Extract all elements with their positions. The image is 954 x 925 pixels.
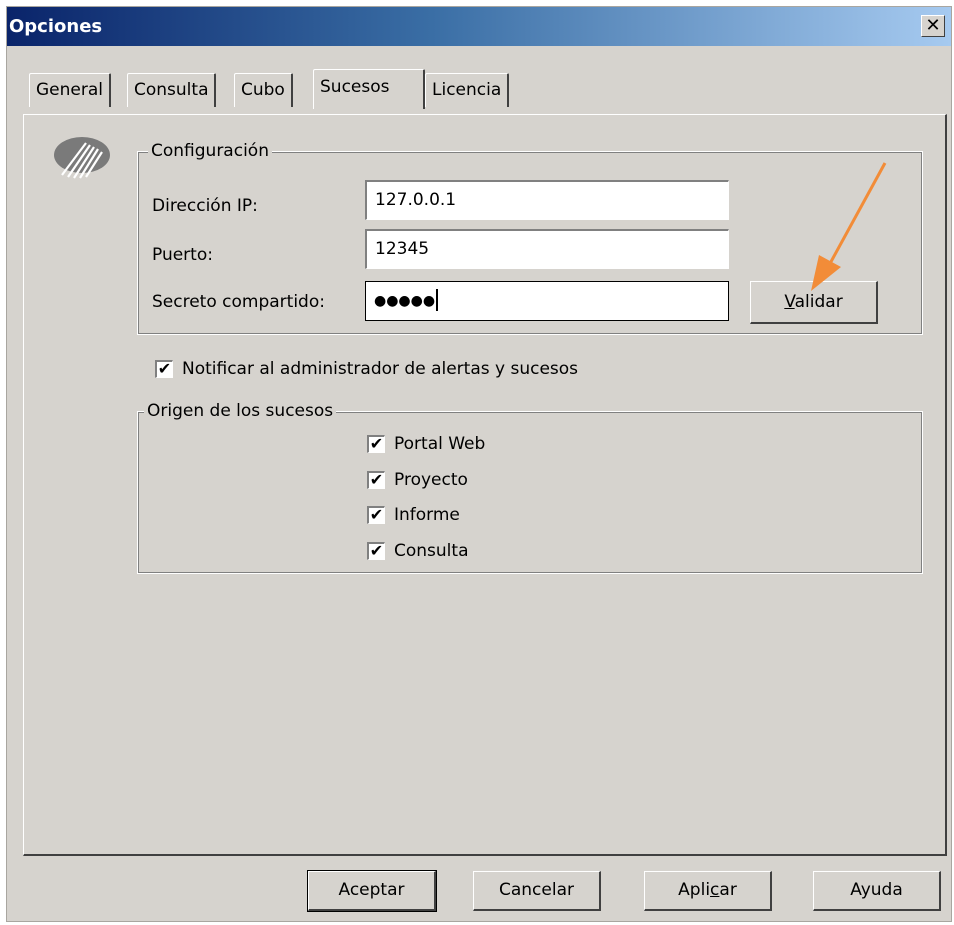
tab-label: Licencia — [432, 80, 502, 100]
tab-label: General — [36, 80, 103, 100]
title-bar: Opciones ✕ — [7, 7, 951, 46]
close-icon: ✕ — [925, 15, 941, 36]
tab-sucesos[interactable]: Sucesos — [313, 69, 425, 109]
notify-admin-checkbox[interactable]: ✔ Notificar al administrador de alertas … — [155, 359, 578, 379]
checkmark-icon[interactable]: ✔ — [367, 506, 385, 524]
source-informe-checkbox[interactable]: ✔ Informe — [367, 505, 460, 525]
source-label: Consulta — [394, 541, 469, 561]
tab-label: Cubo — [241, 80, 285, 100]
apply-label-rest: ar — [719, 880, 737, 900]
ok-button[interactable]: Aceptar — [307, 870, 437, 912]
cancel-button[interactable]: Cancelar — [473, 871, 601, 911]
source-portal-web-checkbox[interactable]: ✔ Portal Web — [367, 434, 485, 454]
port-input[interactable]: 12345 — [365, 229, 729, 269]
tab-licencia[interactable]: Licencia — [425, 73, 510, 107]
event-sources-group: Origen de los sucesos ✔ Portal Web ✔ Pro… — [137, 401, 923, 574]
apply-button[interactable]: Aplicar — [644, 871, 772, 911]
tab-label: Sucesos — [320, 77, 390, 97]
validate-mnemonic: V — [784, 292, 795, 312]
ip-address-input[interactable]: 127.0.0.1 — [365, 180, 729, 220]
annotation-arrow-icon — [811, 162, 887, 291]
config-legend: Configuración — [148, 141, 272, 161]
product-logo-icon — [54, 137, 110, 179]
source-label: Informe — [394, 505, 460, 525]
apply-label-prefix: Apli — [678, 880, 711, 900]
checkmark-icon[interactable]: ✔ — [367, 542, 385, 560]
checkmark-icon[interactable]: ✔ — [367, 471, 385, 489]
secret-label: Secreto compartido: — [152, 292, 325, 312]
ip-label: Dirección IP: — [152, 196, 258, 216]
event-sources-legend: Origen de los sucesos — [144, 401, 337, 421]
checkmark-icon[interactable]: ✔ — [367, 435, 385, 453]
close-button[interactable]: ✕ — [921, 15, 945, 37]
text-cursor — [436, 289, 439, 311]
shared-secret-input[interactable]: ●●●●● — [365, 281, 729, 321]
source-label: Proyecto — [394, 470, 468, 490]
tab-label: Consulta — [134, 80, 209, 100]
notify-admin-label: Notificar al administrador de alertas y … — [182, 359, 579, 379]
tab-consulta[interactable]: Consulta — [127, 73, 217, 107]
source-consulta-checkbox[interactable]: ✔ Consulta — [367, 541, 468, 561]
options-dialog: Opciones ✕ General Consulta Cubo Sucesos… — [6, 6, 952, 922]
help-button[interactable]: Ayuda — [813, 871, 941, 911]
port-label: Puerto: — [152, 245, 213, 265]
checkmark-icon[interactable]: ✔ — [155, 360, 173, 378]
apply-mnemonic: c — [710, 880, 720, 900]
source-proyecto-checkbox[interactable]: ✔ Proyecto — [367, 470, 468, 490]
window-title: Opciones — [9, 16, 103, 37]
secret-masked-value: ●●●●● — [374, 293, 436, 309]
source-label: Portal Web — [394, 434, 486, 454]
tab-general[interactable]: General — [29, 73, 111, 107]
tab-cubo[interactable]: Cubo — [234, 73, 293, 107]
